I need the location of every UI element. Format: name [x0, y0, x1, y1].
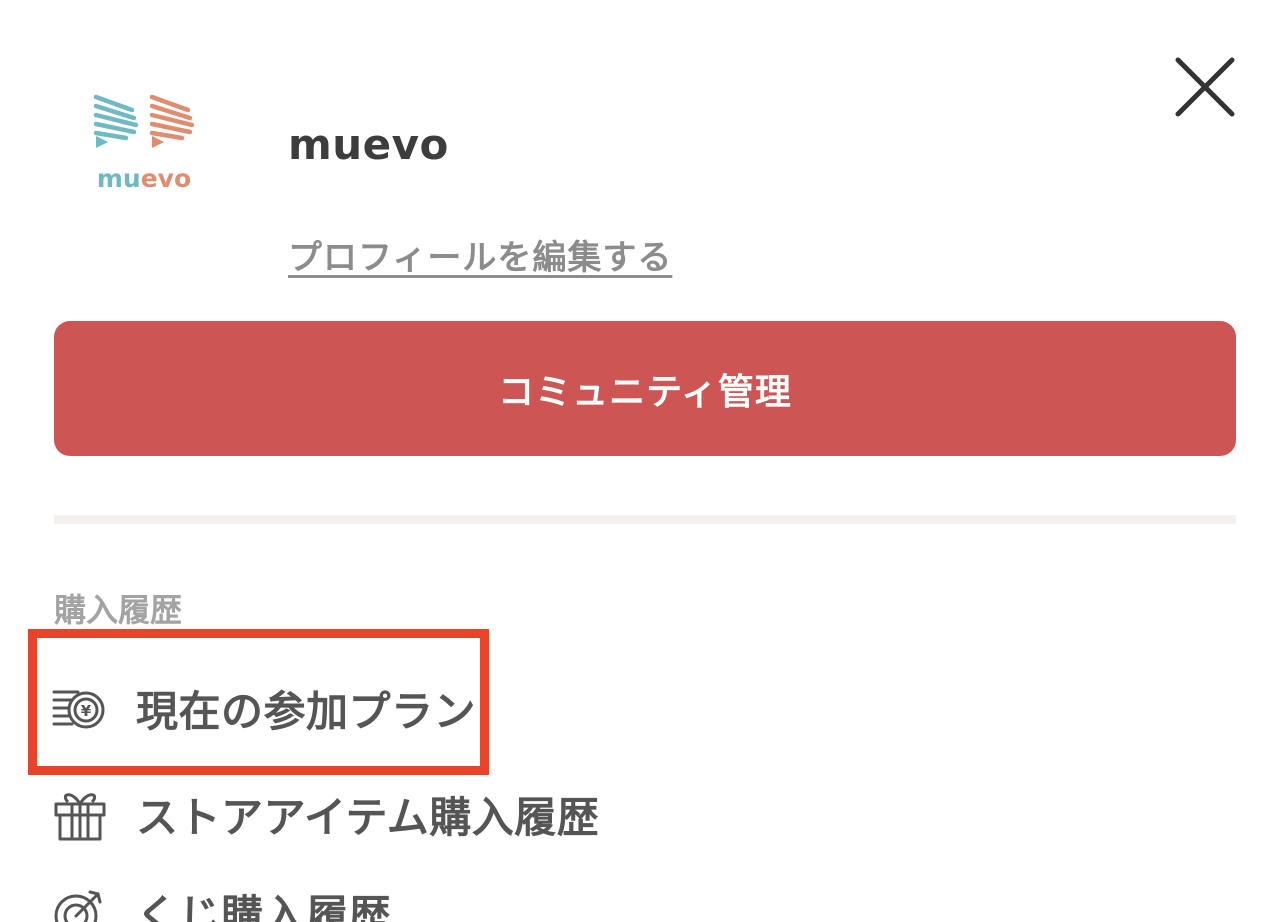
menu-item-label: 現在の参加プラン [136, 686, 477, 736]
close-button[interactable] [1170, 52, 1240, 122]
purchase-history-heading: 購入履歴 [54, 591, 183, 629]
side-menu-page: muevo muevo プロフィールを編集する コミュニティ管理 購入履歴 ¥ … [0, 0, 1280, 922]
community-management-button[interactable]: コミュニティ管理 [54, 321, 1236, 456]
yen-coin-icon: ¥ [52, 690, 105, 729]
close-icon [1175, 57, 1235, 117]
menu-item-label: ストアアイテム購入履歴 [136, 792, 600, 842]
logo-wordmark: muevo [97, 164, 191, 192]
section-divider [54, 515, 1236, 524]
target-icon [54, 890, 102, 922]
username: muevo [288, 120, 449, 169]
menu-item-store-purchases[interactable]: ストアアイテム購入履歴 [52, 774, 599, 854]
gift-icon [54, 793, 106, 841]
muevo-logo: muevo [86, 88, 202, 193]
menu-item-current-plan[interactable]: ¥ 現在の参加プラン [52, 668, 476, 748]
svg-text:¥: ¥ [81, 702, 92, 720]
menu-item-label: くじ購入履歴 [136, 890, 392, 922]
menu-item-lottery-purchases[interactable]: くじ購入履歴 [52, 872, 391, 922]
edit-profile-link[interactable]: プロフィールを編集する [288, 230, 672, 279]
